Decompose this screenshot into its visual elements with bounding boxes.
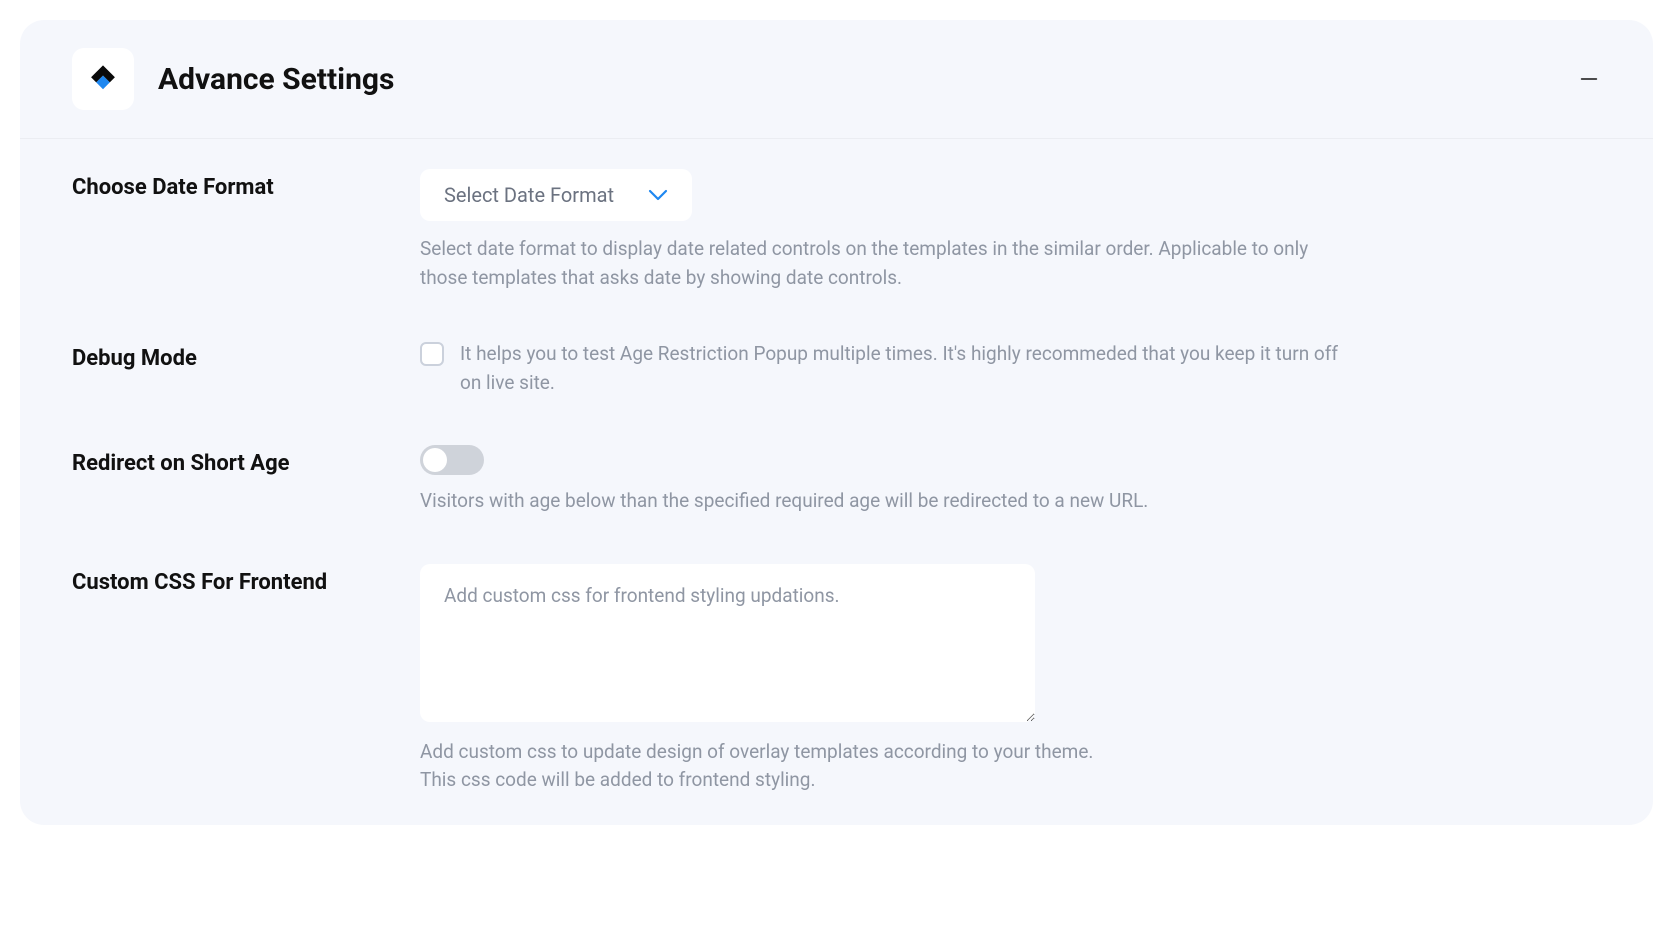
panel-title: Advance Settings: [158, 62, 394, 97]
label-col: Redirect on Short Age: [72, 445, 420, 476]
custom-css-help-line1: Add custom css to update design of overl…: [420, 738, 1601, 767]
minus-icon: [1578, 68, 1600, 90]
debug-mode-checkbox[interactable]: [420, 342, 444, 366]
date-format-help: Select date format to display date relat…: [420, 235, 1360, 292]
label-col: Choose Date Format: [72, 169, 420, 200]
logo-icon: [86, 62, 120, 96]
debug-mode-label: Debug Mode: [72, 346, 420, 371]
date-format-label: Choose Date Format: [72, 175, 420, 200]
row-redirect: Redirect on Short Age Visitors with age …: [72, 445, 1601, 516]
collapse-button[interactable]: [1577, 67, 1601, 91]
date-format-select[interactable]: Select Date Format: [420, 169, 692, 221]
control-col: Add custom css to update design of overl…: [420, 564, 1601, 795]
redirect-toggle[interactable]: [420, 445, 484, 475]
debug-mode-checkbox-row: It helps you to test Age Restriction Pop…: [420, 340, 1601, 397]
app-logo: [72, 48, 134, 110]
debug-mode-description: It helps you to test Age Restriction Pop…: [460, 340, 1340, 397]
custom-css-textarea[interactable]: [420, 564, 1035, 722]
date-format-select-text: Select Date Format: [444, 183, 614, 207]
control-col: It helps you to test Age Restriction Pop…: [420, 340, 1601, 397]
control-col: Select Date Format Select date format to…: [420, 169, 1601, 292]
chevron-down-icon: [648, 183, 668, 207]
custom-css-help: Add custom css to update design of overl…: [420, 738, 1601, 795]
row-custom-css: Custom CSS For Frontend Add custom css t…: [72, 564, 1601, 795]
row-date-format: Choose Date Format Select Date Format Se…: [72, 169, 1601, 292]
row-debug-mode: Debug Mode It helps you to test Age Rest…: [72, 340, 1601, 397]
label-col: Debug Mode: [72, 340, 420, 371]
panel-header: Advance Settings: [20, 20, 1653, 139]
advance-settings-panel: Advance Settings Choose Date Format Sele…: [20, 20, 1653, 825]
redirect-label: Redirect on Short Age: [72, 451, 420, 476]
label-col: Custom CSS For Frontend: [72, 564, 420, 595]
toggle-knob: [423, 448, 447, 472]
header-left: Advance Settings: [72, 48, 394, 110]
control-col: Visitors with age below than the specifi…: [420, 445, 1601, 516]
custom-css-help-line2: This css code will be added to frontend …: [420, 766, 1601, 795]
redirect-help: Visitors with age below than the specifi…: [420, 487, 1601, 516]
panel-body: Choose Date Format Select Date Format Se…: [20, 139, 1653, 825]
custom-css-label: Custom CSS For Frontend: [72, 570, 420, 595]
